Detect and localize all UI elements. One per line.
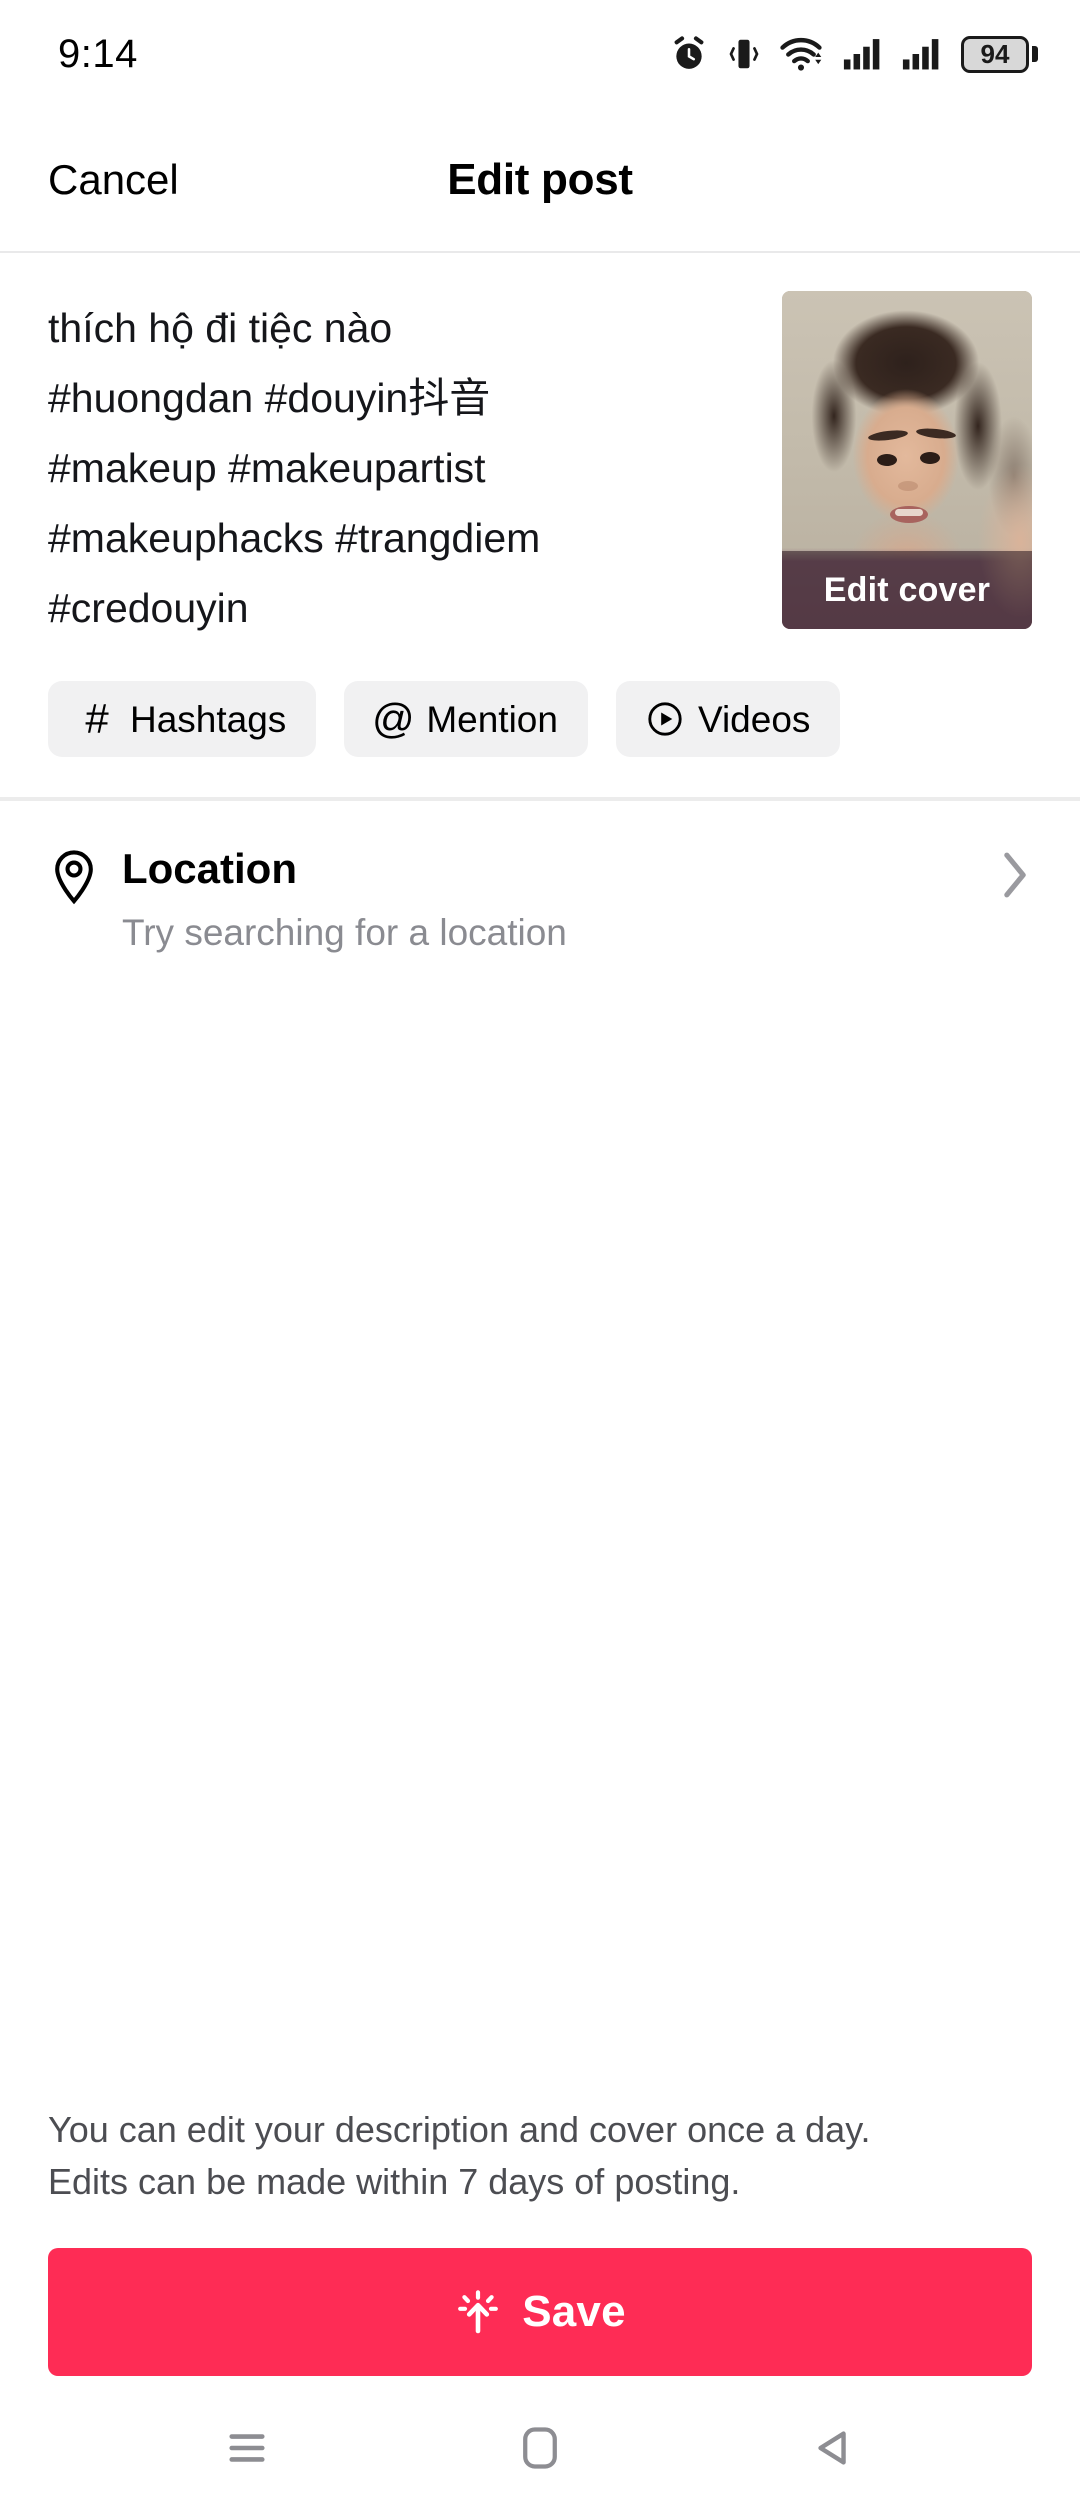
wifi-icon: [780, 35, 824, 73]
save-button-label: Save: [522, 2287, 626, 2336]
signal-sim2-icon: [902, 37, 942, 71]
mention-chip-label: Mention: [426, 698, 558, 740]
hashtags-chip[interactable]: # Hashtags: [48, 681, 317, 757]
publish-arrow-icon: [454, 2288, 502, 2336]
status-icon-group: 94: [670, 35, 1038, 73]
cover-detail: [898, 481, 918, 491]
videos-chip-label: Videos: [697, 698, 811, 740]
location-row[interactable]: Location Try searching for a location: [0, 801, 1080, 956]
home-icon[interactable]: [480, 2398, 600, 2498]
edit-cover-button[interactable]: Edit cover: [782, 551, 1032, 629]
location-text-group: Location Try searching for a location: [122, 845, 998, 956]
back-icon[interactable]: [773, 2398, 893, 2498]
cover-detail: [895, 509, 923, 516]
compose-section: thích hộ đi tiệc nào #huongdan #douyin抖音…: [0, 253, 1080, 651]
play-circle-icon: [646, 700, 684, 738]
android-nav-bar: [0, 2376, 1080, 2520]
battery-level: 94: [980, 39, 1010, 69]
battery-icon: 94: [961, 35, 1038, 73]
status-time: 9:14: [58, 31, 138, 76]
signal-sim1-icon: [843, 37, 883, 71]
alarm-icon: [670, 35, 708, 73]
vibrate-icon: [727, 35, 761, 73]
save-button[interactable]: Save: [48, 2248, 1032, 2376]
mention-chip[interactable]: @ Mention: [344, 681, 588, 757]
battery-cap: [1032, 46, 1038, 62]
hashtag-icon: #: [85, 695, 109, 742]
location-pin-icon: [48, 849, 100, 905]
at-icon: @: [372, 695, 415, 742]
recents-icon[interactable]: [187, 2398, 307, 2498]
edit-policy-disclaimer: You can edit your description and cover …: [48, 2109, 871, 2202]
footer-section: You can edit your description and cover …: [0, 2104, 1080, 2376]
cover-thumbnail[interactable]: Edit cover: [782, 291, 1032, 629]
cover-detail: [920, 452, 940, 464]
edit-cover-label: Edit cover: [823, 570, 991, 609]
hashtags-chip-label: Hashtags: [130, 698, 287, 740]
status-bar: 9:14 94: [0, 0, 1080, 108]
videos-chip[interactable]: Videos: [615, 681, 841, 757]
chevron-right-icon[interactable]: [998, 847, 1032, 903]
location-title: Location: [122, 845, 297, 892]
cancel-button[interactable]: Cancel: [48, 156, 179, 204]
description-input[interactable]: thích hộ đi tiệc nào #huongdan #douyin抖音…: [48, 291, 752, 651]
location-subtitle: Try searching for a location: [122, 912, 567, 954]
compose-actions: # Hashtags @ Mention Videos: [0, 651, 1080, 797]
app-header: Cancel Edit post: [0, 108, 1080, 253]
cover-detail: [877, 454, 897, 466]
edit-post-screen: 9:14 94 Cancel Edit post thích hộ đi tiệ…: [0, 0, 1080, 2520]
